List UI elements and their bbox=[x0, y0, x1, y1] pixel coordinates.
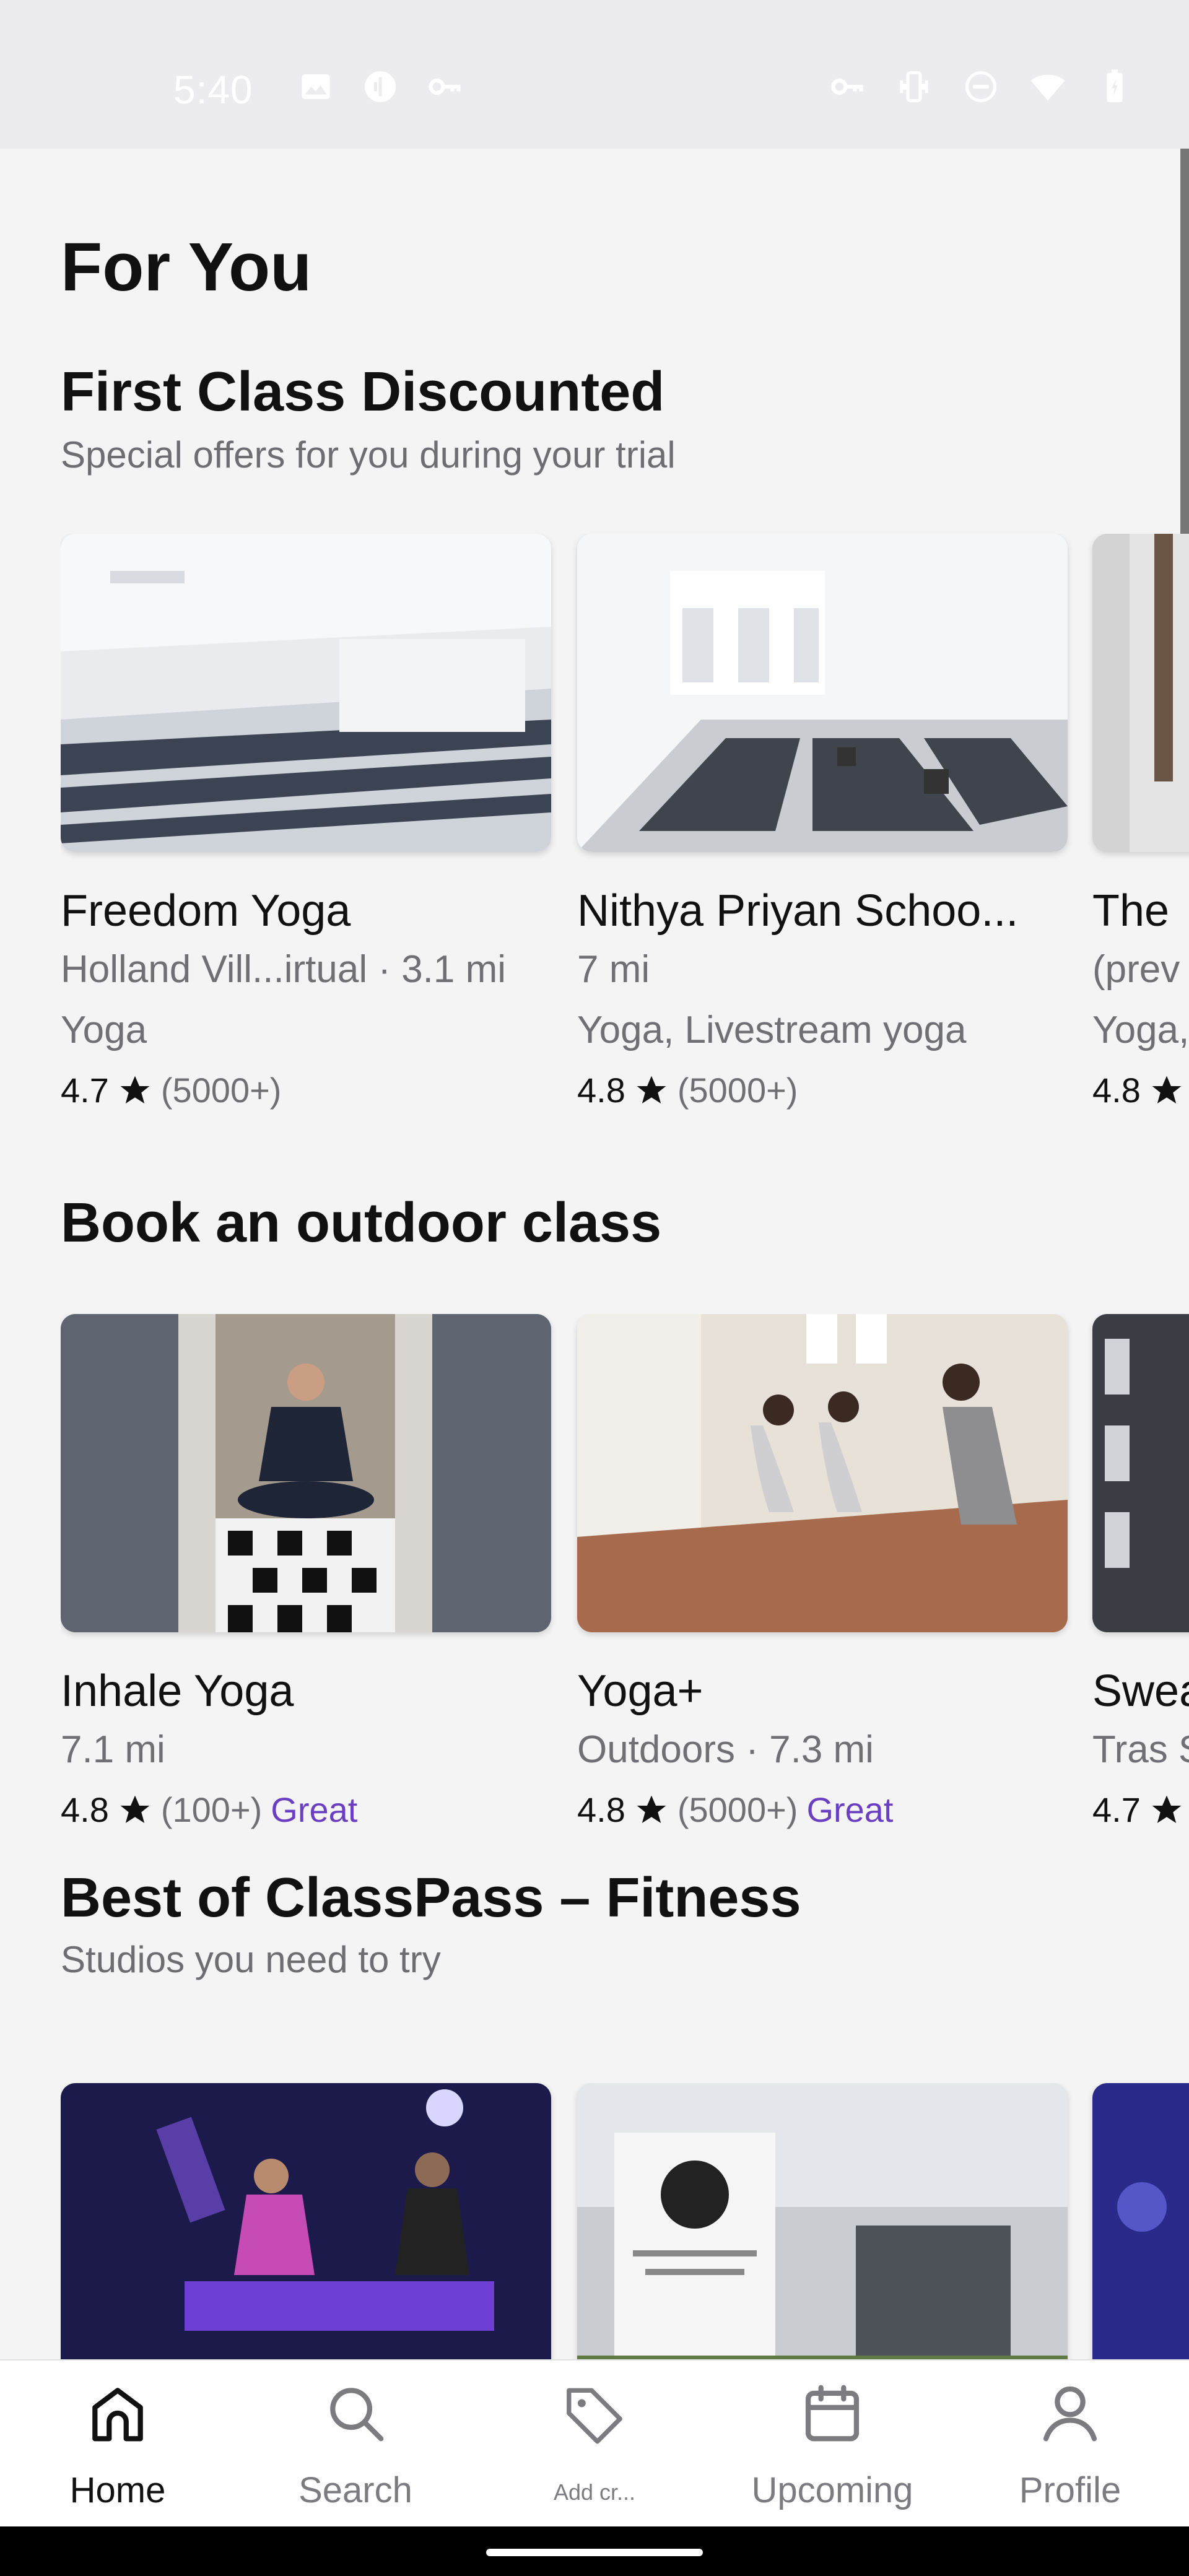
tag-icon bbox=[567, 2388, 622, 2444]
star-icon bbox=[1152, 1795, 1182, 1823]
status-time: 5:40 bbox=[173, 67, 253, 112]
nav-add-credits[interactable]: Add cr... bbox=[502, 2361, 687, 2528]
studio-location: (prev bbox=[1092, 948, 1180, 991]
studio-image bbox=[577, 2083, 1068, 2359]
studio-rating: 4.8 bbox=[1092, 1070, 1189, 1110]
rating-count: (5000+) bbox=[677, 1790, 798, 1829]
studio-rating: 4.8 (100+) Great bbox=[61, 1790, 551, 1830]
nav-label-home: Home bbox=[69, 2470, 166, 2510]
studio-name: Yoga+ bbox=[577, 1666, 703, 1716]
studio-image bbox=[577, 1314, 1068, 1632]
status-left-icons bbox=[297, 68, 463, 105]
studio-rating: 4.8 (5000+) Great bbox=[577, 1790, 1068, 1830]
nav-upcoming[interactable]: Upcoming bbox=[739, 2361, 925, 2528]
studio-category: Yoga, bbox=[1092, 1009, 1189, 1051]
do-not-disturb-icon bbox=[965, 71, 996, 102]
studio-image bbox=[1092, 534, 1189, 852]
system-gesture-bar bbox=[0, 2526, 1189, 2576]
section-title-best-of-classpass: Best of ClassPass – Fitness bbox=[61, 1867, 801, 1929]
studio-image bbox=[1092, 2083, 1189, 2359]
rating-value: 4.7 bbox=[61, 1071, 109, 1110]
home-icon bbox=[92, 2388, 143, 2442]
studio-name: The bbox=[1092, 886, 1170, 936]
carousel-outdoor[interactable]: Inhale Yoga 7.1 mi 4.8 (100+) Great Yoga… bbox=[61, 1314, 1189, 1933]
studio-location: Holland Vill...irtual · 3.1 mi bbox=[61, 948, 507, 991]
page-title: For You bbox=[61, 229, 312, 305]
star-icon bbox=[637, 1076, 666, 1103]
star-icon bbox=[120, 1076, 150, 1103]
image-notification-icon bbox=[302, 74, 330, 99]
status-right-icons bbox=[829, 68, 1133, 105]
studio-card-freedom-yoga[interactable]: Freedom Yoga Holland Vill...irtual · 3.1… bbox=[61, 534, 551, 1153]
nav-search[interactable]: Search bbox=[263, 2361, 448, 2528]
studio-card-yoga-plus[interactable]: Yoga+ Outdoors · 7.3 mi 4.8 (5000+) Grea… bbox=[577, 1314, 1068, 1871]
studio-card-dance[interactable] bbox=[1092, 2083, 1189, 2359]
rating-value: 4.7 bbox=[1092, 1790, 1141, 1829]
nav-label-add-credits: Add cr... bbox=[553, 2479, 636, 2505]
studio-name: Swea bbox=[1092, 1666, 1189, 1716]
studio-image bbox=[1092, 1314, 1189, 1632]
studio-card-nithya-priyan[interactable]: Nithya Priyan Schoo... 7 mi Yoga, Livest… bbox=[577, 534, 1068, 1153]
studio-location: 7.1 mi bbox=[61, 1728, 165, 1771]
rating-value: 4.8 bbox=[1092, 1071, 1141, 1110]
rating-value: 4.8 bbox=[577, 1790, 625, 1829]
studio-name: Nithya Priyan Schoo... bbox=[577, 886, 1019, 936]
studio-category: Yoga, Livestream yoga bbox=[577, 1009, 967, 1051]
studio-card-the[interactable]: The (prev Yoga, 4.8 bbox=[1092, 534, 1189, 1153]
star-icon bbox=[1152, 1076, 1182, 1103]
studio-image bbox=[61, 2083, 551, 2359]
rating-value: 4.8 bbox=[577, 1071, 625, 1110]
status-bar: 5:40 bbox=[0, 0, 1189, 149]
nav-label-search: Search bbox=[298, 2470, 412, 2510]
key-icon bbox=[429, 78, 461, 95]
studio-rating: 4.7 (5000+) bbox=[61, 1070, 551, 1110]
section-title-outdoor: Book an outdoor class bbox=[61, 1192, 662, 1254]
search-icon bbox=[330, 2388, 384, 2442]
studio-location: Tras S bbox=[1092, 1728, 1189, 1771]
rating-count: (5000+) bbox=[160, 1071, 282, 1110]
nav-profile[interactable]: Profile bbox=[977, 2361, 1163, 2528]
studio-image bbox=[61, 1314, 551, 1632]
home-gesture-handle[interactable] bbox=[486, 2549, 703, 2556]
studio-image bbox=[61, 534, 551, 852]
rating-badge: Great bbox=[806, 1790, 894, 1829]
calendar-icon bbox=[805, 2385, 860, 2442]
vpn-key-icon bbox=[831, 78, 863, 95]
wifi-icon bbox=[1030, 74, 1065, 101]
studio-rating: 4.8 (5000+) bbox=[577, 1070, 1068, 1110]
bottom-navigation: Home Search Add cr... Upcoming Profile bbox=[0, 2359, 1189, 2526]
studio-name: Freedom Yoga bbox=[61, 886, 351, 936]
studio-rating: 4.7 bbox=[1092, 1790, 1189, 1830]
rating-count: (100+) bbox=[160, 1790, 263, 1829]
studio-card-inhale-yoga[interactable]: Inhale Yoga 7.1 mi 4.8 (100+) Great bbox=[61, 1314, 551, 1871]
app-notification-icon bbox=[365, 71, 396, 102]
vibrate-icon bbox=[900, 71, 928, 102]
rating-badge: Great bbox=[271, 1790, 358, 1829]
studio-image bbox=[577, 534, 1068, 852]
profile-icon bbox=[1043, 2386, 1097, 2442]
studio-card-swea[interactable]: Swea Tras S 4.7 bbox=[1092, 1314, 1189, 1871]
section-subtitle-first-class: Special offers for you during your trial bbox=[61, 434, 676, 476]
studio-name: Inhale Yoga bbox=[61, 1666, 294, 1716]
section-title-first-class: First Class Discounted bbox=[61, 361, 665, 423]
nav-home[interactable]: Home bbox=[25, 2361, 211, 2528]
studio-location: 7 mi bbox=[577, 948, 650, 991]
star-icon bbox=[120, 1795, 150, 1823]
studio-location: Outdoors · 7.3 mi bbox=[577, 1728, 874, 1771]
rating-count: (5000+) bbox=[677, 1071, 798, 1110]
star-icon bbox=[637, 1795, 666, 1823]
section-subtitle-best-of-classpass: Studios you need to try bbox=[61, 1939, 441, 1980]
nav-label-upcoming: Upcoming bbox=[751, 2470, 913, 2510]
nav-label-profile: Profile bbox=[1019, 2470, 1121, 2510]
studio-category: Yoga bbox=[61, 1009, 147, 1051]
main-content[interactable]: For You First Class Discounted Special o… bbox=[0, 149, 1189, 2359]
battery-icon bbox=[1107, 69, 1123, 102]
carousel-first-class[interactable]: Freedom Yoga Holland Vill...irtual · 3.1… bbox=[61, 534, 1189, 1153]
studio-card-yoga-movement[interactable] bbox=[577, 2083, 1068, 2359]
carousel-best-of-classpass[interactable] bbox=[61, 2083, 1189, 2359]
rating-value: 4.8 bbox=[61, 1790, 109, 1829]
studio-card-cycling[interactable] bbox=[61, 2083, 551, 2359]
